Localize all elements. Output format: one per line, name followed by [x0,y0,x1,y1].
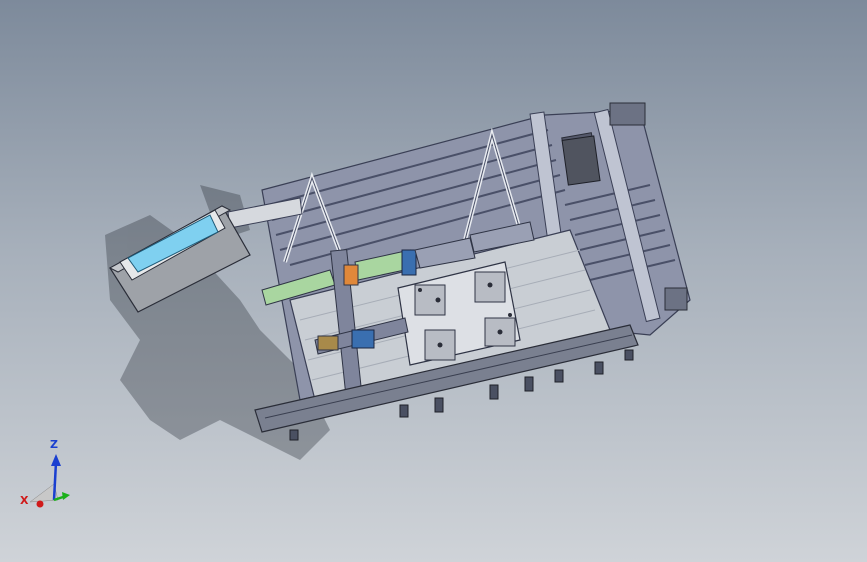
side-cabinet [561,135,601,186]
orientation-triad[interactable]: Z X [18,438,78,520]
z-axis-label: Z [50,438,58,451]
triad-axes [29,454,70,508]
x-axis-label: X [20,494,29,507]
3d-viewport[interactable]: Z X [0,0,867,562]
machine-model[interactable] [0,0,867,562]
